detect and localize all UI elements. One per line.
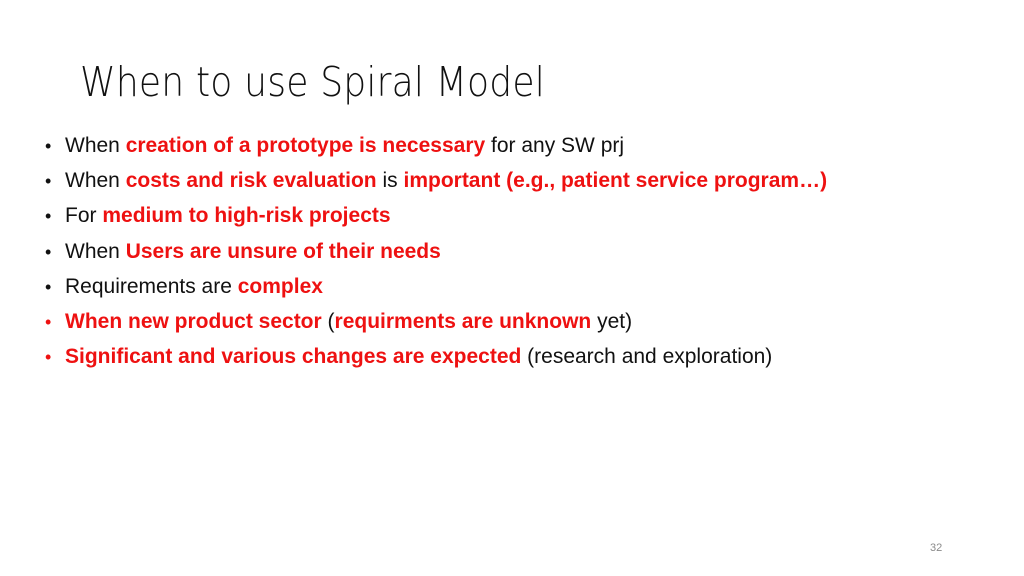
bullet-segment: medium to high-risk projects (102, 204, 391, 228)
bullet-dot-icon: • (45, 171, 52, 192)
bullet-segment: Significant and various changes are expe… (65, 345, 522, 369)
bullet-segment: For (65, 204, 103, 228)
bullet-segment: When (65, 134, 126, 157)
bullet-dot-icon: • (45, 311, 52, 332)
bullet-item: • For medium to high-risk projects (45, 201, 827, 236)
bullet-dot-icon: • (45, 276, 52, 297)
slide: When to use Spiral Model • When creation… (0, 0, 1024, 576)
bullet-segment: When (65, 239, 126, 263)
bullet-segment: (research and exploration) (521, 345, 773, 369)
bullet-segment: Requirements are (65, 274, 238, 298)
bullet-dot-icon: • (45, 241, 52, 262)
bullet-segment: When new product sector (65, 309, 322, 333)
bullet-segment: Users are unsure of their needs (125, 239, 441, 263)
bullet-segment: ( (321, 309, 335, 333)
bullet-segment: important (e.g., patient service program… (403, 169, 828, 193)
bullet-item: • When costs and risk evaluation is impo… (45, 166, 827, 201)
bullet-item: • Requirements are complex (45, 272, 827, 307)
bullet-segment: complex (237, 274, 323, 298)
bullet-segment: for any SW prj (485, 134, 625, 157)
bullet-item: • When Users are unsure of their needs (45, 237, 827, 272)
bullet-segment: When (65, 169, 126, 193)
page-number: 32 (930, 542, 943, 554)
bullet-segment: yet) (591, 309, 633, 333)
bullet-item: • When creation of a prototype is necess… (45, 131, 827, 166)
bullet-dot-icon: • (45, 347, 52, 368)
bullet-segment: requirments are unknown (334, 309, 592, 333)
bullet-list: • When creation of a prototype is necess… (45, 131, 827, 377)
bullet-segment: costs and risk evaluation (125, 169, 377, 193)
bullet-dot-icon: • (45, 136, 52, 156)
bullet-item: • Significant and various changes are ex… (45, 342, 827, 377)
bullet-dot-icon: • (45, 206, 52, 227)
bullet-segment: creation of a prototype is necessary (125, 134, 486, 157)
bullet-item: • When new product sector (requirments a… (45, 307, 827, 342)
bullet-segment: is (376, 169, 404, 193)
slide-title: When to use Spiral Model (80, 58, 545, 106)
